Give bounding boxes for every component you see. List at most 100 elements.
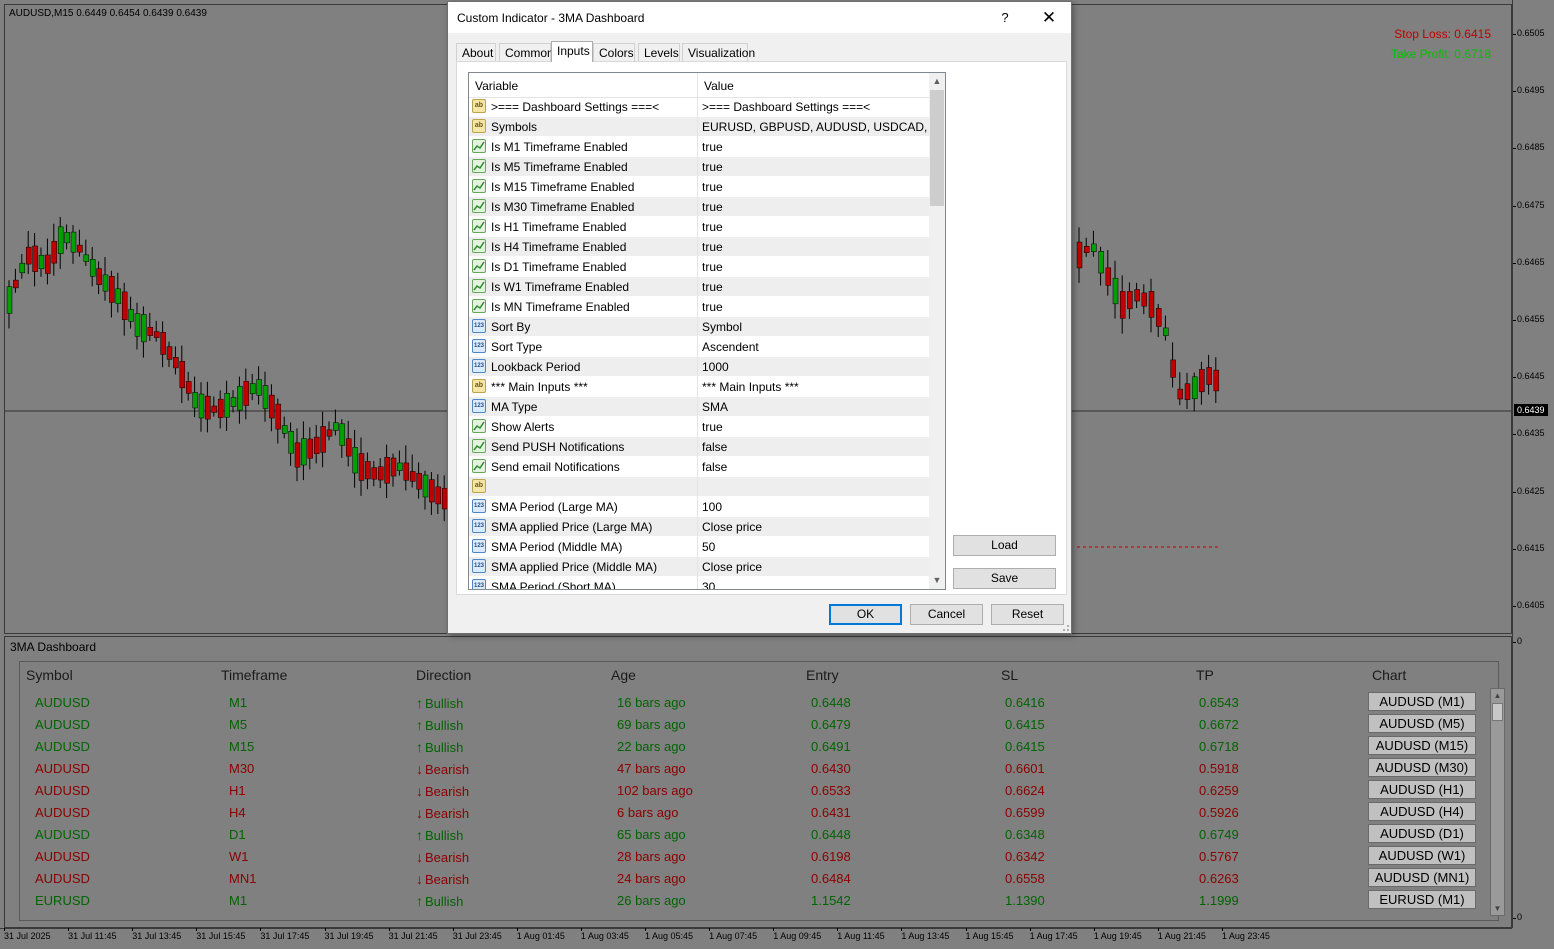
bearish-candle: [1170, 359, 1176, 378]
open-chart-button[interactable]: AUDUSD (W1): [1368, 846, 1476, 865]
input-value[interactable]: 50: [702, 540, 715, 554]
scroll-up-icon[interactable]: ▲: [1491, 689, 1504, 702]
scroll-thumb[interactable]: [1492, 703, 1503, 721]
dashboard-row: AUDUSD M1 ↑ Bullish 16 bars ago 0.6448 0.6416 0…: [20, 692, 1490, 714]
tab-inputs[interactable]: Inputs: [551, 41, 593, 62]
grid-header-variable[interactable]: Variable: [475, 79, 518, 93]
chevron-down-icon[interactable]: ▼: [929, 572, 945, 589]
input-row[interactable]: ab Symbols EURUSD, GBPUSD, AUDUSD, USDCAD,…: [469, 117, 941, 137]
input-row[interactable]: Is MN Timeframe Enabled true: [469, 297, 929, 317]
open-chart-button[interactable]: AUDUSD (M1): [1368, 692, 1476, 711]
input-variable: Symbols: [491, 120, 538, 134]
input-row[interactable]: Is M15 Timeframe Enabled true: [469, 177, 929, 197]
input-value[interactable]: 100: [702, 500, 722, 514]
age-cell: 28 bars ago: [617, 849, 686, 864]
input-value[interactable]: true: [702, 160, 723, 174]
tab-about[interactable]: About: [456, 43, 496, 61]
open-chart-button[interactable]: AUDUSD (H1): [1368, 780, 1476, 799]
input-value[interactable]: true: [702, 260, 723, 274]
time-tick: 31 Jul 23:45: [452, 928, 502, 941]
grid-scroll-thumb[interactable]: [930, 90, 944, 206]
input-row[interactable]: Is D1 Timeframe Enabled true: [469, 257, 929, 277]
input-row[interactable]: ab: [469, 477, 929, 497]
direction-cell: ↑ Bullish: [416, 893, 463, 909]
input-row[interactable]: Is H1 Timeframe Enabled true: [469, 217, 929, 237]
input-row[interactable]: 123 SMA Period (Middle MA) 50: [469, 537, 929, 557]
input-row[interactable]: ab >=== Dashboard Settings ===< >=== Dashb…: [469, 97, 929, 117]
input-value[interactable]: *** Main Inputs ***: [702, 380, 799, 394]
input-value[interactable]: true: [702, 220, 723, 234]
tab-common[interactable]: Common: [499, 43, 554, 61]
bullish-candle: [230, 397, 237, 407]
open-chart-button[interactable]: AUDUSD (MN1): [1368, 868, 1476, 887]
input-value[interactable]: true: [702, 280, 723, 294]
bool-type-icon: [472, 179, 486, 193]
input-row[interactable]: Show Alerts true: [469, 417, 929, 437]
open-chart-button[interactable]: AUDUSD (H4): [1368, 802, 1476, 821]
input-value[interactable]: 1000: [702, 360, 729, 374]
cancel-button[interactable]: Cancel: [910, 604, 983, 625]
grid-header-divider[interactable]: [697, 73, 698, 97]
input-row[interactable]: 123 SMA applied Price (Middle MA) Close pr…: [469, 557, 929, 577]
input-row[interactable]: Is M1 Timeframe Enabled true: [469, 137, 929, 157]
input-row[interactable]: Is H4 Timeframe Enabled true: [469, 237, 929, 257]
input-row[interactable]: 123 SMA Period (Short MA) 30: [469, 577, 929, 589]
resize-grip-icon[interactable]: [1060, 622, 1070, 632]
close-icon[interactable]: ✕: [1036, 7, 1062, 29]
grid-scrollbar[interactable]: ▲ ▼: [929, 73, 945, 589]
bearish-candle: [1119, 291, 1126, 319]
input-row[interactable]: Is W1 Timeframe Enabled true: [469, 277, 929, 297]
open-chart-button[interactable]: AUDUSD (D1): [1368, 824, 1476, 843]
bullish-candle: [1112, 277, 1119, 305]
tab-colors[interactable]: Colors: [593, 43, 635, 61]
input-value[interactable]: Ascendent: [702, 340, 759, 354]
dialog-titlebar[interactable]: Custom Indicator - 3MA Dashboard ? ✕: [448, 2, 1071, 33]
input-row[interactable]: 123 Lookback Period 1000: [469, 357, 929, 377]
input-value[interactable]: true: [702, 300, 723, 314]
scroll-down-icon[interactable]: ▼: [1491, 902, 1504, 915]
open-chart-button[interactable]: AUDUSD (M5): [1368, 714, 1476, 733]
bearish-candle: [147, 326, 154, 336]
input-row[interactable]: Send email Notifications false: [469, 457, 929, 477]
tab-levels[interactable]: Levels: [638, 43, 680, 61]
open-chart-button[interactable]: AUDUSD (M15): [1368, 736, 1476, 755]
input-value[interactable]: SMA: [702, 400, 728, 414]
input-value[interactable]: false: [702, 440, 727, 454]
grid-header-value[interactable]: Value: [704, 79, 734, 93]
input-value[interactable]: true: [702, 240, 723, 254]
input-row[interactable]: 123 Sort Type Ascendent: [469, 337, 929, 357]
tab-visualization[interactable]: Visualization: [682, 43, 755, 61]
input-row[interactable]: 123 MA Type SMA: [469, 397, 929, 417]
input-value[interactable]: Close price: [702, 560, 762, 574]
input-value[interactable]: Symbol: [702, 320, 742, 334]
input-value[interactable]: true: [702, 200, 723, 214]
save-button[interactable]: Save: [953, 568, 1056, 589]
input-value[interactable]: false: [702, 460, 727, 474]
input-row[interactable]: ab *** Main Inputs *** *** Main Inputs ***: [469, 377, 929, 397]
input-value[interactable]: >=== Dashboard Settings ===<: [702, 100, 870, 114]
input-row[interactable]: 123 Sort By Symbol: [469, 317, 929, 337]
input-row[interactable]: 123 SMA applied Price (Large MA) Close pri…: [469, 517, 929, 537]
ok-button[interactable]: OK: [829, 604, 902, 625]
open-chart-button[interactable]: AUDUSD (M30): [1368, 758, 1476, 777]
arrow-up-icon: ↑: [416, 717, 423, 733]
input-row[interactable]: 123 SMA Period (Large MA) 100: [469, 497, 929, 517]
input-value[interactable]: Close price: [702, 520, 762, 534]
input-row[interactable]: Is M5 Timeframe Enabled true: [469, 157, 929, 177]
open-chart-button[interactable]: EURUSD (M1): [1368, 890, 1476, 909]
reset-button[interactable]: Reset: [991, 604, 1064, 625]
help-icon[interactable]: ?: [993, 8, 1017, 28]
input-value[interactable]: true: [702, 420, 723, 434]
chevron-up-icon[interactable]: ▲: [929, 73, 945, 90]
timeframe-cell: H4: [229, 805, 246, 820]
load-button[interactable]: Load: [953, 535, 1056, 556]
input-value[interactable]: true: [702, 180, 723, 194]
input-row[interactable]: Is M30 Timeframe Enabled true: [469, 197, 929, 217]
input-value[interactable]: true: [702, 140, 723, 154]
input-value[interactable]: 30: [702, 580, 715, 589]
header-sl: SL: [1001, 667, 1019, 683]
bearish-candle: [320, 426, 326, 453]
dashboard-scrollbar[interactable]: ▲ ▼: [1490, 688, 1505, 916]
input-row[interactable]: Send PUSH Notifications false: [469, 437, 929, 457]
input-value[interactable]: EURUSD, GBPUSD, AUDUSD, USDCAD, ...: [702, 120, 941, 134]
